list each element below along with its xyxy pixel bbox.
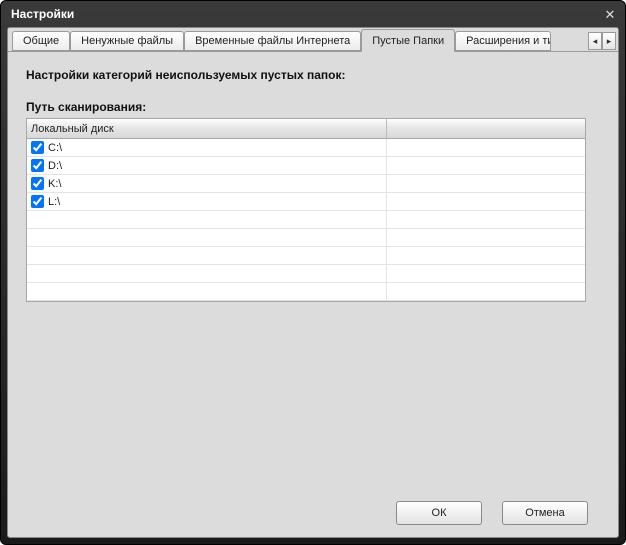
titlebar[interactable]: Настройки ✕ bbox=[1, 1, 625, 27]
window-title: Настройки bbox=[11, 7, 601, 21]
tab-scroll-right[interactable]: ▸ bbox=[602, 32, 616, 50]
close-icon: ✕ bbox=[605, 8, 616, 21]
triangle-left-icon: ◂ bbox=[593, 36, 598, 47]
drive-checkbox[interactable] bbox=[31, 177, 44, 190]
cell-empty bbox=[27, 283, 387, 300]
table-row-empty bbox=[27, 265, 585, 283]
tab-internet-temp[interactable]: Временные файлы Интернета bbox=[184, 31, 361, 51]
drive-path: D:\ bbox=[48, 160, 62, 172]
cell-empty bbox=[387, 157, 585, 174]
dialog-buttons: ОК Отмена bbox=[8, 491, 618, 537]
cell-empty bbox=[27, 211, 387, 228]
grid-header: Локальный диск bbox=[27, 119, 585, 139]
tab-label: Расширения и типы bbox=[466, 35, 551, 47]
ok-button[interactable]: ОК bbox=[396, 501, 482, 525]
cell-empty bbox=[387, 247, 585, 264]
cell-empty bbox=[387, 283, 585, 300]
settings-window: Настройки ✕ Общие Ненужные файлы Временн… bbox=[0, 0, 626, 545]
cell-path: L:\ bbox=[27, 193, 387, 210]
tab-label: Пустые Папки bbox=[372, 35, 444, 47]
cell-path: D:\ bbox=[27, 157, 387, 174]
client-area: Общие Ненужные файлы Временные файлы Инт… bbox=[7, 27, 619, 538]
table-row[interactable]: L:\ bbox=[27, 193, 585, 211]
cell-path: K:\ bbox=[27, 175, 387, 192]
grid-header-col2[interactable] bbox=[387, 119, 585, 139]
tab-label: Общие bbox=[23, 35, 59, 47]
section-title: Настройки категорий неиспользуемых пусты… bbox=[26, 68, 600, 82]
scan-path-grid: Локальный диск C:\ D:\ K:\ L:\ bbox=[26, 118, 586, 302]
tab-label: Временные файлы Интернета bbox=[195, 35, 350, 47]
table-row[interactable]: C:\ bbox=[27, 139, 585, 157]
triangle-right-icon: ▸ bbox=[607, 36, 612, 47]
table-row-empty bbox=[27, 283, 585, 301]
table-row[interactable]: K:\ bbox=[27, 175, 585, 193]
grid-header-local-disk[interactable]: Локальный диск bbox=[27, 119, 387, 139]
grid-body: C:\ D:\ K:\ L:\ bbox=[27, 139, 585, 301]
drive-checkbox[interactable] bbox=[31, 195, 44, 208]
drive-path: L:\ bbox=[48, 196, 60, 208]
tabstrip: Общие Ненужные файлы Временные файлы Инт… bbox=[8, 28, 618, 52]
cell-empty bbox=[387, 193, 585, 210]
drive-checkbox[interactable] bbox=[31, 159, 44, 172]
cell-empty bbox=[27, 265, 387, 282]
tab-content: Настройки категорий неиспользуемых пусты… bbox=[8, 52, 618, 491]
tab-extensions[interactable]: Расширения и типы bbox=[455, 31, 551, 51]
tab-label: Ненужные файлы bbox=[81, 35, 173, 47]
drive-checkbox[interactable] bbox=[31, 141, 44, 154]
table-row-empty bbox=[27, 229, 585, 247]
tab-general[interactable]: Общие bbox=[12, 31, 70, 51]
drive-path: C:\ bbox=[48, 142, 62, 154]
cell-path: C:\ bbox=[27, 139, 387, 156]
close-button[interactable]: ✕ bbox=[601, 5, 619, 23]
cancel-button[interactable]: Отмена bbox=[502, 501, 588, 525]
cell-empty bbox=[387, 265, 585, 282]
cell-empty bbox=[387, 175, 585, 192]
cell-empty bbox=[387, 139, 585, 156]
scan-path-label: Путь сканирования: bbox=[26, 100, 600, 114]
drive-path: K:\ bbox=[48, 178, 61, 190]
cell-empty bbox=[27, 247, 387, 264]
tab-scroll-controls: ◂ ▸ bbox=[588, 31, 618, 51]
tab-empty-folders[interactable]: Пустые Папки bbox=[361, 29, 455, 52]
cell-empty bbox=[387, 229, 585, 246]
table-row[interactable]: D:\ bbox=[27, 157, 585, 175]
table-row-empty bbox=[27, 211, 585, 229]
cell-empty bbox=[387, 211, 585, 228]
tab-junk-files[interactable]: Ненужные файлы bbox=[70, 31, 184, 51]
tab-scroll-left[interactable]: ◂ bbox=[588, 32, 602, 50]
cell-empty bbox=[27, 229, 387, 246]
table-row-empty bbox=[27, 247, 585, 265]
